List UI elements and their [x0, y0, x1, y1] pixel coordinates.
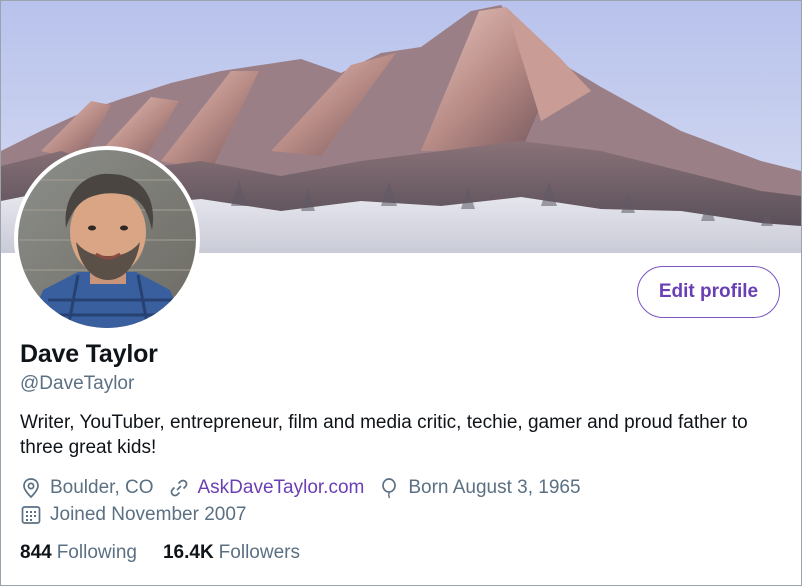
- website-link[interactable]: AskDaveTaylor.com: [198, 477, 365, 499]
- location-item: Boulder, CO: [20, 477, 154, 499]
- location-text: Boulder, CO: [50, 477, 154, 498]
- calendar-icon: [20, 504, 42, 526]
- profile-avatar[interactable]: [14, 146, 200, 332]
- joined-item: Joined November 2007: [20, 504, 246, 526]
- edit-profile-label: Edit profile: [658, 281, 759, 302]
- profile-meta-row: Boulder, CO AskDaveTaylor.com Born Augus…: [20, 477, 595, 499]
- birthday-item: Born August 3, 1965: [378, 477, 581, 499]
- profile-meta-row-2: Joined November 2007: [20, 504, 260, 526]
- location-pin-icon: [20, 477, 42, 499]
- profile-handle: @DaveTaylor: [20, 373, 135, 394]
- balloon-icon: [378, 477, 400, 499]
- following-label: Following: [56, 542, 137, 563]
- followers-count: 16.4K: [162, 542, 214, 563]
- profile-name: Dave Taylor: [20, 340, 158, 368]
- edit-profile-button[interactable]: Edit profile: [637, 266, 780, 318]
- following-count: 844: [20, 542, 52, 563]
- website-item[interactable]: AskDaveTaylor.com: [168, 477, 365, 499]
- profile-bio: Writer, YouTuber, entrepreneur, film and…: [20, 412, 748, 458]
- following-stat[interactable]: 844 Following: [20, 542, 137, 564]
- birthday-text: Born August 3, 1965: [408, 477, 581, 498]
- avatar-photo: [18, 150, 196, 328]
- followers-label: Followers: [218, 542, 300, 563]
- joined-text: Joined November 2007: [50, 504, 247, 525]
- link-icon: [168, 477, 190, 499]
- profile-stats: 844 Following 16.4K Followers: [20, 542, 326, 564]
- followers-stat[interactable]: 16.4K Followers: [163, 542, 300, 564]
